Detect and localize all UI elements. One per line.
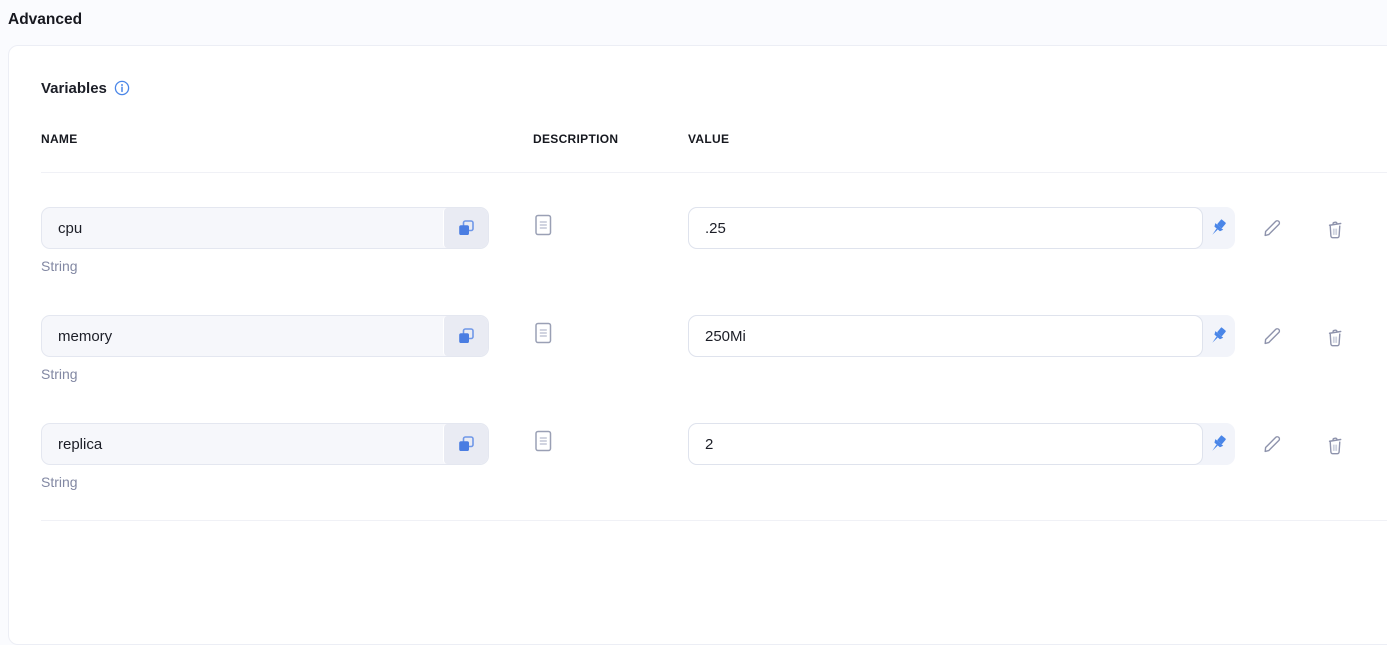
copy-button[interactable] xyxy=(443,208,488,248)
value-field xyxy=(688,423,1235,465)
table-header-row: NAME DESCRIPTION VALUE xyxy=(41,132,1387,146)
delete-button[interactable] xyxy=(1319,320,1351,352)
trash-icon xyxy=(1323,432,1347,456)
copy-icon xyxy=(456,326,476,346)
pin-button[interactable] xyxy=(1201,207,1235,249)
variable-type-label: String xyxy=(41,258,1387,274)
variable-row: String xyxy=(41,315,1387,382)
header-divider xyxy=(41,172,1387,173)
name-field xyxy=(41,207,489,249)
description-button[interactable] xyxy=(533,429,554,454)
pin-icon xyxy=(1207,217,1229,239)
section-title: Variables xyxy=(41,80,107,97)
name-input[interactable] xyxy=(42,316,443,356)
edit-button[interactable] xyxy=(1256,320,1288,352)
description-button[interactable] xyxy=(533,213,554,238)
document-icon xyxy=(533,429,554,454)
value-input[interactable] xyxy=(688,207,1203,249)
bottom-divider xyxy=(41,520,1387,521)
trash-icon xyxy=(1323,324,1347,348)
trash-icon xyxy=(1323,216,1347,240)
pin-button[interactable] xyxy=(1201,423,1235,465)
variables-panel: Variables NAME DESCRIPTION VALUE xyxy=(8,45,1387,645)
column-header-name: NAME xyxy=(41,132,489,146)
variable-row: String xyxy=(41,423,1387,490)
edit-button[interactable] xyxy=(1256,212,1288,244)
column-header-value: VALUE xyxy=(688,132,1235,146)
pencil-icon xyxy=(1260,432,1284,456)
description-button[interactable] xyxy=(533,321,554,346)
document-icon xyxy=(533,213,554,238)
name-input[interactable] xyxy=(42,208,443,248)
value-field xyxy=(688,207,1235,249)
info-circle-icon[interactable] xyxy=(114,80,130,96)
page-title: Advanced xyxy=(8,11,82,29)
column-header-description: DESCRIPTION xyxy=(489,132,688,146)
copy-button[interactable] xyxy=(443,316,488,356)
document-icon xyxy=(533,321,554,346)
value-field xyxy=(688,315,1235,357)
value-input[interactable] xyxy=(688,315,1203,357)
variable-type-label: String xyxy=(41,366,1387,382)
name-input[interactable] xyxy=(42,424,443,464)
pin-button[interactable] xyxy=(1201,315,1235,357)
name-field xyxy=(41,315,489,357)
delete-button[interactable] xyxy=(1319,428,1351,460)
pencil-icon xyxy=(1260,216,1284,240)
name-field xyxy=(41,423,489,465)
variable-row: String xyxy=(41,207,1387,274)
copy-button[interactable] xyxy=(443,424,488,464)
pin-icon xyxy=(1207,433,1229,455)
pin-icon xyxy=(1207,325,1229,347)
edit-button[interactable] xyxy=(1256,428,1288,460)
pencil-icon xyxy=(1260,324,1284,348)
delete-button[interactable] xyxy=(1319,212,1351,244)
value-input[interactable] xyxy=(688,423,1203,465)
copy-icon xyxy=(456,218,476,238)
copy-icon xyxy=(456,434,476,454)
variable-type-label: String xyxy=(41,474,1387,490)
